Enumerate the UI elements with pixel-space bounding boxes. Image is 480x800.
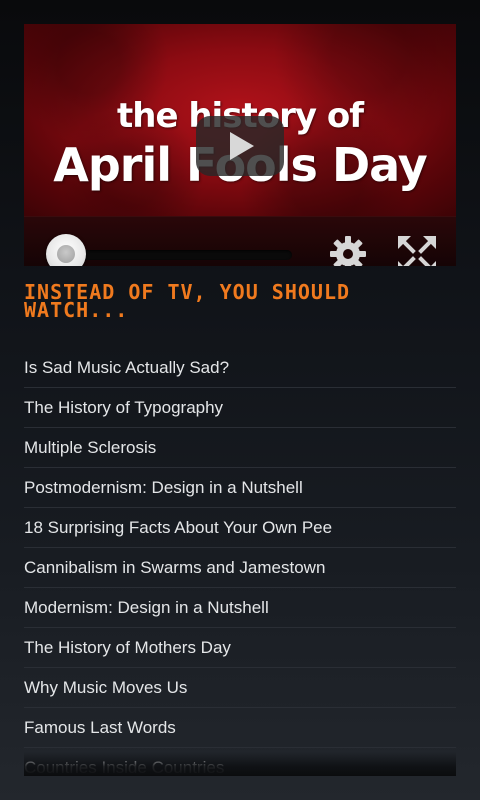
play-icon [230,132,254,160]
list-item[interactable]: Postmodernism: Design in a Nutshell [24,468,456,508]
list-item[interactable]: Cannibalism in Swarms and Jamestown [24,548,456,588]
list-item[interactable]: Why Music Moves Us [24,668,456,708]
list-item[interactable]: Famous Last Words [24,708,456,748]
list-item[interactable]: The History of Typography [24,388,456,428]
video-thumbnail[interactable]: the history of April Fools Day [24,24,456,216]
seek-bar[interactable] [60,250,292,260]
video-list: Is Sad Music Actually Sad? The History o… [24,348,456,776]
player-controls [24,216,456,266]
play-button[interactable] [196,116,284,176]
gear-icon[interactable] [328,234,368,266]
section-heading: INSTEAD OF TV, YOU SHOULD WATCH... [24,280,351,322]
list-item[interactable]: Countries Inside Countries [24,748,456,776]
seek-handle[interactable] [46,234,86,266]
fullscreen-icon[interactable] [396,234,438,266]
list-item[interactable]: 18 Surprising Facts About Your Own Pee [24,508,456,548]
video-player[interactable]: the history of April Fools Day [24,24,456,266]
list-item[interactable]: Is Sad Music Actually Sad? [24,348,456,388]
list-item[interactable]: The History of Mothers Day [24,628,456,668]
list-item[interactable]: Modernism: Design in a Nutshell [24,588,456,628]
list-item[interactable]: Multiple Sclerosis [24,428,456,468]
